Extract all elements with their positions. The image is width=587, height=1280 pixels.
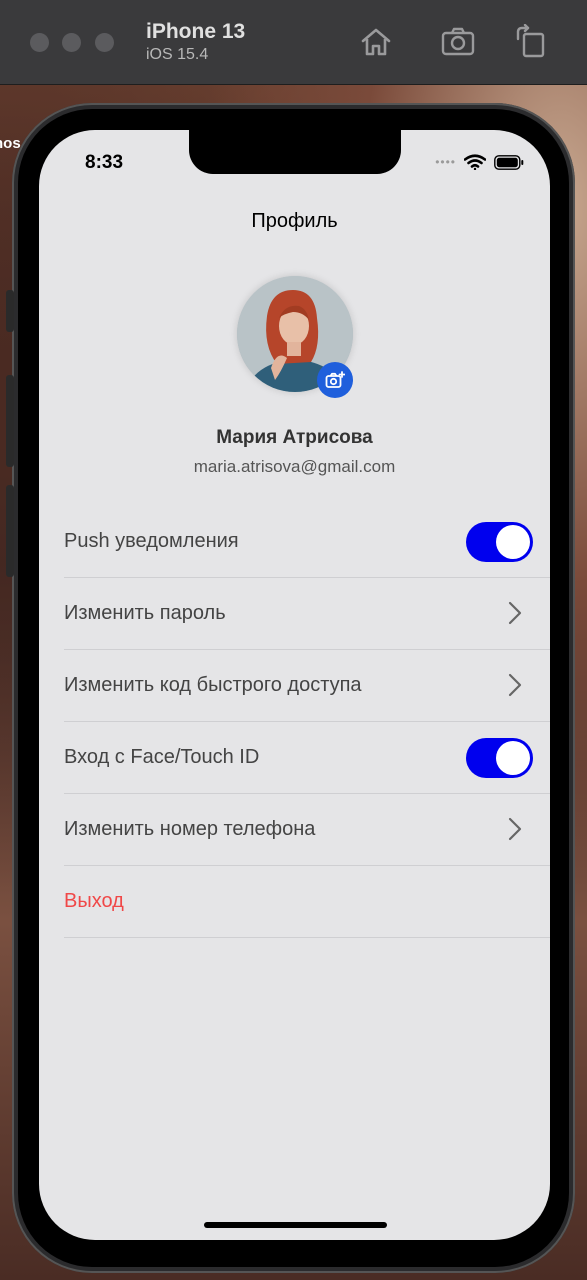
volume-down-button bbox=[6, 485, 14, 577]
chevron-right-icon bbox=[508, 673, 522, 697]
wallpaper-text: nos bbox=[0, 135, 21, 152]
settings-row-push: Push уведомления bbox=[64, 506, 550, 578]
window-close-button[interactable] bbox=[30, 33, 49, 52]
mute-switch bbox=[6, 290, 14, 332]
profile-email: maria.atrisova@gmail.com bbox=[193, 457, 396, 476]
face-touch-toggle[interactable] bbox=[466, 738, 533, 778]
volume-up-button bbox=[6, 375, 14, 467]
simulator-device-name: iPhone 13 bbox=[146, 20, 246, 43]
settings-row-change-phone[interactable]: Изменить номер телефона bbox=[64, 794, 550, 866]
home-indicator[interactable] bbox=[204, 1222, 387, 1228]
settings-row-logout[interactable]: Выход bbox=[64, 866, 550, 938]
screenshot-button[interactable] bbox=[440, 24, 476, 60]
home-icon bbox=[361, 28, 391, 56]
status-time: 8:33 bbox=[85, 152, 124, 173]
screenshot-icon bbox=[441, 27, 475, 56]
settings-list: Push уведомления Изменить пароль Изменит… bbox=[64, 506, 550, 938]
face-touch-label: Вход с Face/Touch ID bbox=[64, 746, 260, 768]
simulator-os-version: iOS 15.4 bbox=[146, 46, 209, 63]
toggle-knob bbox=[496, 525, 530, 559]
settings-row-face-touch: Вход с Face/Touch ID bbox=[64, 722, 550, 794]
chevron-right-icon bbox=[508, 601, 522, 625]
window-minimize-button[interactable] bbox=[62, 33, 81, 52]
phone-screen: 8:33 •••• Профиль Мария Атрисова maria.a… bbox=[39, 130, 550, 1240]
push-label: Push уведомления bbox=[64, 530, 239, 552]
change-quick-code-label: Изменить код быстрого доступа bbox=[64, 674, 362, 696]
settings-row-change-password[interactable]: Изменить пароль bbox=[64, 578, 550, 650]
chevron-right-icon bbox=[508, 817, 522, 841]
push-toggle[interactable] bbox=[466, 522, 533, 562]
change-photo-button[interactable] bbox=[317, 362, 353, 398]
battery-icon bbox=[494, 154, 524, 170]
change-password-label: Изменить пароль bbox=[64, 602, 226, 624]
home-button[interactable] bbox=[358, 24, 394, 60]
settings-row-change-quick-code[interactable]: Изменить код быстрого доступа bbox=[64, 650, 550, 722]
rotate-icon bbox=[516, 23, 545, 58]
rotate-button[interactable] bbox=[514, 23, 550, 60]
change-phone-label: Изменить номер телефона bbox=[64, 818, 316, 840]
profile-name: Мария Атрисова bbox=[216, 427, 373, 448]
logout-label: Выход bbox=[64, 890, 124, 912]
simulator-toolbar: iPhone 13 iOS 15.4 bbox=[0, 0, 587, 85]
page-title: Профиль bbox=[251, 210, 338, 232]
cellular-dots-icon: •••• bbox=[435, 155, 456, 169]
wifi-icon bbox=[464, 154, 486, 170]
notch bbox=[189, 130, 401, 174]
status-icons: •••• bbox=[435, 154, 524, 170]
window-zoom-button[interactable] bbox=[95, 33, 114, 52]
toggle-knob bbox=[496, 741, 530, 775]
camera-plus-icon bbox=[325, 371, 345, 388]
